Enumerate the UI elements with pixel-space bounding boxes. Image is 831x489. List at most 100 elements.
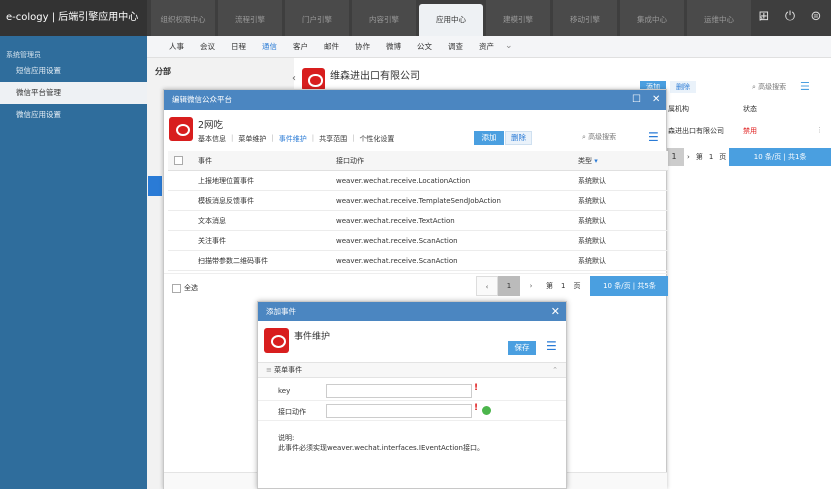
- subnav-communication[interactable]: 通信: [254, 36, 285, 57]
- col-type-label: 类型: [578, 157, 592, 165]
- company-logo-icon: [302, 68, 325, 91]
- cell-type: 系统默认: [578, 177, 606, 185]
- search-icon: ⌕: [752, 83, 756, 91]
- sort-down-icon: ▾: [594, 157, 598, 165]
- bg-col-status: 状态: [743, 105, 757, 113]
- key-input[interactable]: [326, 384, 472, 398]
- sidebar: 系统管理员 短信应用设置 微信平台管理 微信应用设置: [0, 36, 147, 489]
- bg-pager: 1 › 第 1 页 10 条/页 | 共1条: [664, 148, 831, 166]
- bg-page-next-icon[interactable]: ›: [684, 148, 693, 166]
- collapse-arrow-icon[interactable]: ‹: [292, 73, 296, 84]
- nav-item-modeling[interactable]: 建模引擎: [486, 0, 550, 36]
- next-page-icon[interactable]: ›: [520, 276, 542, 296]
- sidebar-title: 系统管理员: [6, 51, 41, 59]
- close-icon[interactable]: ✕: [551, 302, 560, 321]
- app-name: 2网吃: [198, 120, 224, 131]
- maximize-icon[interactable]: ☐: [632, 90, 641, 110]
- table-row[interactable]: 关注事件 weaver.wechat.receive.ScanAction 系统…: [168, 231, 668, 251]
- chevron-down-icon[interactable]: ⌄: [502, 36, 513, 57]
- table-row[interactable]: 模板消息反馈事件 weaver.wechat.receive.TemplateS…: [168, 191, 668, 211]
- table-row[interactable]: 文本消息 weaver.wechat.receive.TextAction 系统…: [168, 211, 668, 231]
- add-button[interactable]: 添加: [474, 131, 504, 145]
- action-label: 接口动作: [278, 408, 306, 416]
- sidebar-item-wechat-platform[interactable]: 微信平台管理: [0, 82, 147, 104]
- table-row[interactable]: 扫描带参数二维码事件 weaver.wechat.receive.ScanAct…: [168, 251, 668, 271]
- cell-action: weaver.wechat.receive.ScanAction: [336, 237, 458, 245]
- top-icons: ⊞ ⏻ ⊜: [755, 8, 825, 26]
- top-nav: 组织权限中心 流程引擎 门户引擎 内容引擎 应用中心 建模引擎 移动引擎 集成中…: [151, 0, 768, 40]
- nav-item-org[interactable]: 组织权限中心: [151, 0, 215, 36]
- nav-item-content[interactable]: 内容引擎: [352, 0, 416, 36]
- row-more-icon[interactable]: ⋮: [816, 126, 823, 134]
- select-all-footer-checkbox[interactable]: [172, 283, 181, 293]
- list-view-icon[interactable]: ☰: [800, 80, 810, 93]
- table-row[interactable]: 上报地理位置事件 weaver.wechat.receive.LocationA…: [168, 171, 668, 191]
- tab-personalize[interactable]: 个性化设置: [359, 134, 399, 144]
- subnav-hr[interactable]: 人事: [161, 36, 192, 57]
- bg-advanced-search[interactable]: ⌕ 高级搜索: [752, 82, 786, 92]
- nav-item-ops[interactable]: 运维中心: [687, 0, 751, 36]
- cell-type: 系统默认: [578, 217, 606, 225]
- cell-action: weaver.wechat.receive.TemplateSendJobAct…: [336, 197, 501, 205]
- subnav-collab[interactable]: 协作: [347, 36, 378, 57]
- bg-delete-button[interactable]: 删除: [670, 81, 696, 93]
- close-icon[interactable]: ✕: [652, 90, 660, 110]
- subnav-weibo[interactable]: 微博: [378, 36, 409, 57]
- tab-share-scope[interactable]: 共享范围: [319, 134, 352, 144]
- pager: ‹ 1 › 第 1 页 10 条/页 | 共5条: [476, 276, 669, 296]
- sidebar-item-sms[interactable]: 短信应用设置: [0, 60, 147, 82]
- bg-page-size[interactable]: 10 条/页 | 共1条: [729, 148, 831, 166]
- cell-action: weaver.wechat.receive.ScanAction: [336, 257, 458, 265]
- add-event-dialog: 添加事件 ✕ 事件维护 保存 ☰ ≡ 菜单事件 ⌃ key ! 接口动作 ! 说…: [257, 301, 567, 489]
- delete-button[interactable]: 删除: [505, 131, 532, 145]
- power-icon[interactable]: ⏻: [781, 8, 799, 26]
- tree-selection[interactable]: [148, 176, 162, 196]
- drag-handle-icon: ≡: [266, 366, 272, 374]
- bg-col-org: 属机构: [668, 105, 689, 113]
- chevron-up-icon[interactable]: ⌃: [552, 363, 558, 377]
- page-number[interactable]: 1: [557, 282, 569, 290]
- bg-page-total: 1: [708, 153, 714, 161]
- advanced-search[interactable]: ⌕ 高级搜索: [582, 132, 616, 142]
- cell-type: 系统默认: [578, 257, 606, 265]
- subnav-schedule[interactable]: 日程: [223, 36, 254, 57]
- tab-basic-info[interactable]: 基本信息: [198, 134, 231, 144]
- page-current[interactable]: 1: [498, 276, 520, 296]
- tab-events[interactable]: 事件维护: [279, 134, 312, 144]
- list-view-icon[interactable]: ☰: [546, 339, 557, 353]
- bg-cell-status: 禁用: [743, 127, 757, 135]
- field-row-key: key !: [258, 381, 566, 401]
- subnav-survey[interactable]: 调查: [440, 36, 471, 57]
- required-icon: !: [474, 403, 479, 413]
- menu-icon[interactable]: ⊜: [807, 8, 825, 26]
- event-logo-icon: [264, 328, 289, 353]
- cell-action: weaver.wechat.receive.LocationAction: [336, 177, 471, 185]
- nav-item-integration[interactable]: 集成中心: [620, 0, 684, 36]
- section-menu-event[interactable]: ≡ 菜单事件 ⌃: [258, 362, 566, 378]
- nav-item-portal[interactable]: 门户引擎: [285, 0, 349, 36]
- tab-menu[interactable]: 菜单维护: [238, 134, 271, 144]
- nav-item-mobile[interactable]: 移动引擎: [553, 0, 617, 36]
- col-type[interactable]: 类型 ▾: [578, 151, 598, 171]
- select-all[interactable]: 全选: [172, 283, 198, 293]
- prev-page-icon[interactable]: ‹: [476, 276, 498, 296]
- subnav-document[interactable]: 公文: [409, 36, 440, 57]
- subnav-customer[interactable]: 客户: [285, 36, 316, 57]
- list-view-icon[interactable]: ☰: [648, 130, 659, 144]
- subnav-meeting[interactable]: 会议: [192, 36, 223, 57]
- table-header: 事件 接口动作 类型 ▾: [168, 151, 668, 171]
- subnav-assets[interactable]: 资产: [471, 36, 502, 57]
- page-size[interactable]: 10 条/页 | 共5条: [590, 276, 669, 296]
- col-event: 事件: [198, 157, 212, 165]
- select-all-checkbox[interactable]: [174, 156, 183, 165]
- nav-item-workflow[interactable]: 流程引擎: [218, 0, 282, 36]
- events-table: 事件 接口动作 类型 ▾ 上报地理位置事件 weaver.wechat.rece…: [168, 151, 668, 271]
- sidebar-item-wechat-app[interactable]: 微信应用设置: [0, 104, 147, 126]
- field-row-action: 接口动作 !: [258, 401, 566, 421]
- subnav-mail[interactable]: 邮件: [316, 36, 347, 57]
- action-input[interactable]: [326, 404, 472, 418]
- nav-item-app-center[interactable]: 应用中心: [419, 4, 483, 40]
- bg-search-label: 高级搜索: [758, 83, 787, 91]
- save-button[interactable]: 保存: [508, 341, 536, 355]
- grid-icon[interactable]: ⊞: [755, 8, 773, 26]
